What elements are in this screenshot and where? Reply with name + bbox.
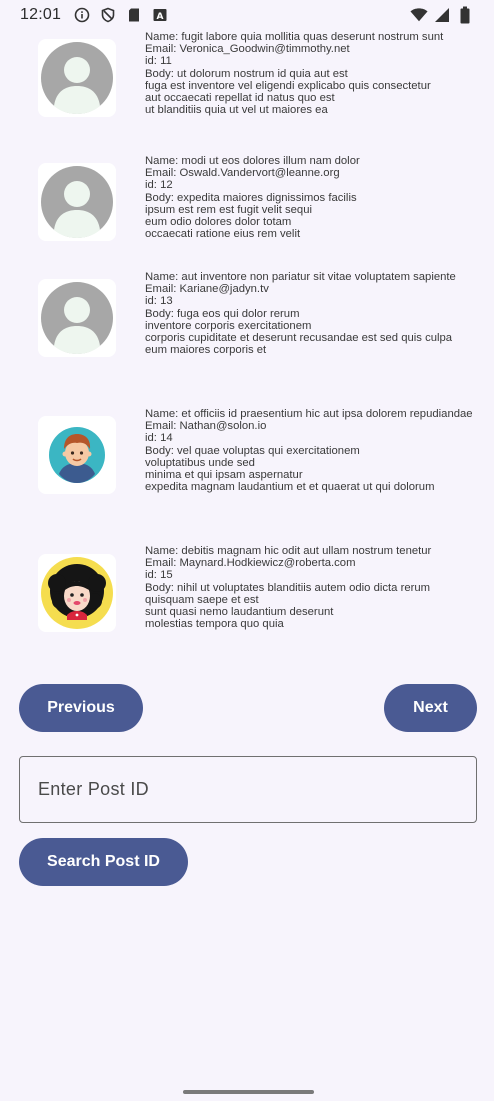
status-bar: 12:01 A <box>0 0 494 30</box>
shield-icon <box>99 6 117 24</box>
post-text: Name: modi ut eos dolores illum nam dolo… <box>145 155 360 241</box>
cellular-signal-icon <box>433 6 451 24</box>
post-text: Name: fugit labore quia mollitia quas de… <box>145 31 444 117</box>
post-text: Name: et officiis id praesentium hic aut… <box>145 408 473 494</box>
default-person-icon <box>38 163 116 241</box>
post-id-input[interactable]: Enter Post ID <box>19 756 477 823</box>
boy-avatar-icon <box>38 416 116 494</box>
search-post-id-button[interactable]: Search Post ID <box>19 838 188 886</box>
svg-text:A: A <box>157 12 164 22</box>
status-left: 12:01 A <box>20 6 169 24</box>
battery-icon <box>456 6 474 24</box>
info-icon <box>73 6 91 24</box>
status-right <box>410 6 474 24</box>
home-indicator[interactable] <box>183 1090 314 1094</box>
default-person-icon <box>38 279 116 357</box>
font-app-icon: A <box>151 6 169 24</box>
post-text: Name: aut inventore non pariatur sit vit… <box>145 271 456 357</box>
next-button[interactable]: Next <box>384 684 477 732</box>
sd-card-icon <box>125 6 143 24</box>
status-time: 12:01 <box>20 6 62 23</box>
wifi-icon <box>410 6 428 24</box>
previous-button[interactable]: Previous <box>19 684 143 732</box>
girl-avatar-icon <box>38 554 116 632</box>
post-id-input-placeholder: Enter Post ID <box>38 779 149 799</box>
post-text: Name: debitis magnam hic odit aut ullam … <box>145 545 432 631</box>
default-person-icon <box>38 39 116 117</box>
